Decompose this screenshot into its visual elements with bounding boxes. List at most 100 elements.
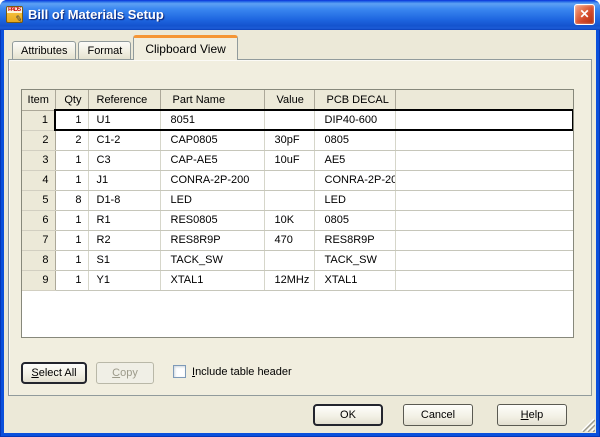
ok-button[interactable]: OK	[313, 404, 383, 426]
cell-part-name[interactable]: 8051	[160, 110, 264, 130]
cell-item[interactable]: 3	[22, 150, 55, 170]
cell-pcb-decal[interactable]: 0805	[314, 210, 395, 230]
table-row: 8 1 S1 TACK_SW TACK_SW	[22, 250, 573, 270]
col-header-pcb-decal: PCB DECAL	[314, 90, 395, 110]
cell-pcb-decal[interactable]: RES8R9P	[314, 230, 395, 250]
tab-attributes[interactable]: Attributes	[12, 41, 76, 60]
cell-filler[interactable]	[395, 230, 573, 250]
cell-filler[interactable]	[395, 190, 573, 210]
cell-item[interactable]: 5	[22, 190, 55, 210]
cell-part-name[interactable]: LED	[160, 190, 264, 210]
tab-format[interactable]: Format	[78, 41, 131, 60]
cell-value[interactable]	[264, 190, 314, 210]
cell-pcb-decal[interactable]: AE5	[314, 150, 395, 170]
close-icon[interactable]: ✕	[574, 4, 595, 25]
cell-value[interactable]	[264, 170, 314, 190]
col-header-reference: Reference	[88, 90, 160, 110]
cell-value[interactable]: 30pF	[264, 130, 314, 150]
cell-reference[interactable]: Y1	[88, 270, 160, 290]
table-row: 2 2 C1-2 CAP0805 30pF 0805	[22, 130, 573, 150]
cell-reference[interactable]: S1	[88, 250, 160, 270]
cell-reference[interactable]: R1	[88, 210, 160, 230]
cell-part-name[interactable]: XTAL1	[160, 270, 264, 290]
cell-qty[interactable]: 1	[55, 270, 88, 290]
cell-part-name[interactable]: RES0805	[160, 210, 264, 230]
include-table-header-label: Include table header	[192, 366, 292, 378]
tab-clipboard-view[interactable]: Clipboard View	[133, 35, 238, 60]
col-header-item: Item	[22, 90, 55, 110]
cell-value[interactable]	[264, 250, 314, 270]
pencil-icon: ✎	[15, 13, 23, 23]
col-header-part-name: Part Name	[160, 90, 264, 110]
cell-reference[interactable]: C3	[88, 150, 160, 170]
col-header-value: Value	[264, 90, 314, 110]
cell-reference[interactable]: U1	[88, 110, 160, 130]
cell-part-name[interactable]: CAP0805	[160, 130, 264, 150]
cell-value[interactable]: 12MHz	[264, 270, 314, 290]
cell-pcb-decal[interactable]: LED	[314, 190, 395, 210]
select-all-button[interactable]: Select All	[21, 362, 87, 384]
cell-item[interactable]: 8	[22, 250, 55, 270]
cell-filler[interactable]	[395, 210, 573, 230]
cell-item[interactable]: 1	[22, 110, 55, 130]
cell-reference[interactable]: D1-8	[88, 190, 160, 210]
cell-part-name[interactable]: TACK_SW	[160, 250, 264, 270]
clipboard-view-panel: Item Qty Reference Part Name Value PCB D…	[8, 59, 592, 396]
pads-logo-text: PADS	[8, 7, 20, 13]
window-title: Bill of Materials Setup	[28, 7, 569, 22]
cell-qty[interactable]: 1	[55, 250, 88, 270]
resize-grip[interactable]	[580, 417, 595, 432]
cell-reference[interactable]: C1-2	[88, 130, 160, 150]
cell-filler[interactable]	[395, 170, 573, 190]
help-button[interactable]: Help	[497, 404, 567, 426]
table-row: 4 1 J1 CONRA-2P-200 CONRA-2P-200	[22, 170, 573, 190]
cell-pcb-decal[interactable]: 0805	[314, 130, 395, 150]
copy-button[interactable]: Copy	[96, 362, 154, 384]
cell-item[interactable]: 2	[22, 130, 55, 150]
cell-item[interactable]: 9	[22, 270, 55, 290]
cell-item[interactable]: 6	[22, 210, 55, 230]
cell-value[interactable]: 470	[264, 230, 314, 250]
cell-filler[interactable]	[395, 130, 573, 150]
cell-qty[interactable]: 8	[55, 190, 88, 210]
cell-qty[interactable]: 1	[55, 150, 88, 170]
cell-reference[interactable]: R2	[88, 230, 160, 250]
cell-reference[interactable]: J1	[88, 170, 160, 190]
cell-item[interactable]: 7	[22, 230, 55, 250]
include-table-header-checkbox[interactable]	[173, 365, 186, 378]
table-row: 7 1 R2 RES8R9P 470 RES8R9P	[22, 230, 573, 250]
table-row: 9 1 Y1 XTAL1 12MHz XTAL1	[22, 270, 573, 290]
include-table-header-option: Include table header	[173, 365, 292, 378]
cell-filler[interactable]	[395, 250, 573, 270]
cell-part-name[interactable]: CAP-AE5	[160, 150, 264, 170]
cell-qty[interactable]: 1	[55, 210, 88, 230]
dialog-client-area: Attributes Format Clipboard View Item Qt…	[4, 30, 596, 433]
cell-qty[interactable]: 1	[55, 170, 88, 190]
cell-item[interactable]: 4	[22, 170, 55, 190]
title-bar[interactable]: PADS ✎ Bill of Materials Setup ✕	[0, 0, 600, 30]
cell-value[interactable]: 10K	[264, 210, 314, 230]
cell-pcb-decal[interactable]: XTAL1	[314, 270, 395, 290]
cell-qty[interactable]: 2	[55, 130, 88, 150]
tab-bar: Attributes Format Clipboard View	[12, 35, 240, 60]
col-header-filler	[395, 90, 573, 110]
table-row: 3 1 C3 CAP-AE5 10uF AE5	[22, 150, 573, 170]
table-row: 5 8 D1-8 LED LED	[22, 190, 573, 210]
cell-qty[interactable]: 1	[55, 230, 88, 250]
cell-part-name[interactable]: RES8R9P	[160, 230, 264, 250]
cell-part-name[interactable]: CONRA-2P-200	[160, 170, 264, 190]
bill-of-materials-dialog: PADS ✎ Bill of Materials Setup ✕ Attribu…	[0, 0, 600, 437]
cell-filler[interactable]	[395, 150, 573, 170]
cell-pcb-decal[interactable]: CONRA-2P-200	[314, 170, 395, 190]
cell-pcb-decal[interactable]: DIP40-600	[314, 110, 395, 130]
table-row: 1 1 U1 8051 DIP40-600	[22, 110, 573, 130]
cell-filler[interactable]	[395, 270, 573, 290]
cell-value[interactable]	[264, 110, 314, 130]
cell-value[interactable]: 10uF	[264, 150, 314, 170]
cell-pcb-decal[interactable]: TACK_SW	[314, 250, 395, 270]
cancel-button[interactable]: Cancel	[403, 404, 473, 426]
col-header-qty: Qty	[55, 90, 88, 110]
cell-filler[interactable]	[395, 110, 573, 130]
cell-qty[interactable]: 1	[55, 110, 88, 130]
bom-table: Item Qty Reference Part Name Value PCB D…	[21, 89, 574, 338]
